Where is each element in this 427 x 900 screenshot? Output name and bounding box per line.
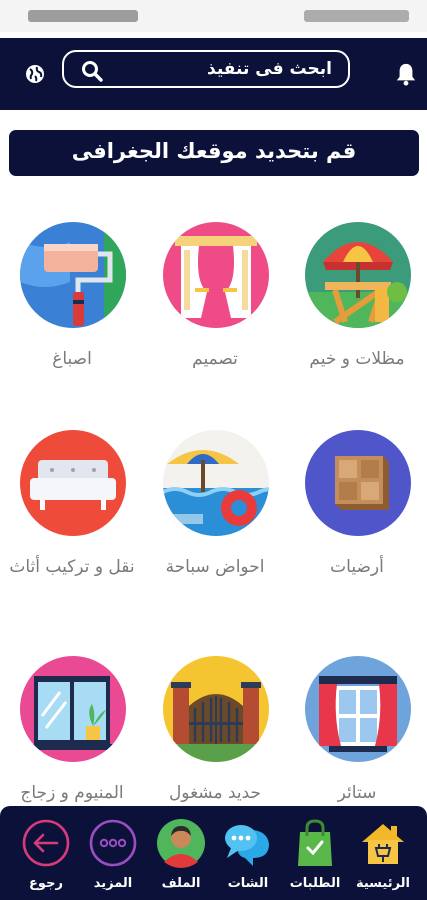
category-label: أرضيات — [330, 557, 384, 577]
category-label: حديد مشغول — [168, 783, 262, 803]
sofa-icon — [20, 430, 126, 536]
nav-more[interactable]: المزيد — [82, 818, 144, 898]
window-curtains-icon — [305, 656, 411, 762]
category-label: احواض سباحة — [165, 557, 265, 577]
category-label: اصباغ — [52, 349, 92, 369]
category-label: نقل و تركيب أثاث — [9, 557, 135, 577]
location-button[interactable]: قم بتحديد موقعك الجغرافى — [9, 130, 419, 176]
nav-label: الطلبات — [289, 876, 341, 891]
status-bar-right-blur — [304, 10, 409, 22]
category-label: تصميم — [192, 349, 238, 369]
more-icon — [89, 819, 137, 867]
swimming-pool-icon — [163, 430, 269, 536]
nav-label: رجوع — [29, 876, 63, 891]
category-label: المنيوم و زجاج — [20, 783, 124, 803]
nav-label: المزيد — [93, 876, 133, 891]
bottom-nav: الرئيسية الطلبات الشات الملف المزيد رجوع — [0, 806, 427, 900]
bell-icon[interactable] — [395, 62, 417, 86]
umbrella-table-icon — [305, 222, 411, 328]
shopping-bag-icon — [298, 819, 332, 866]
search-bar[interactable]: ابحث فى تنفيذ — [62, 50, 350, 88]
nav-back[interactable]: رجوع — [15, 818, 77, 898]
globe-icon[interactable] — [25, 64, 45, 84]
nav-label: الرئيسية — [355, 876, 411, 891]
curtain-design-icon — [163, 222, 269, 328]
flooring-tile-icon — [305, 430, 411, 536]
nav-profile[interactable]: الملف — [150, 818, 212, 898]
category-label: مظلات و خيم — [309, 349, 405, 369]
nav-chat[interactable]: الشات — [217, 818, 279, 898]
chat-icon — [225, 825, 269, 866]
nav-label: الشات — [227, 876, 269, 891]
nav-orders[interactable]: الطلبات — [284, 818, 346, 898]
nav-label: الملف — [161, 876, 201, 891]
status-bar — [0, 0, 427, 32]
category-label: ستائر — [337, 783, 377, 803]
home-icon — [362, 824, 404, 864]
nav-home[interactable]: الرئيسية — [352, 818, 414, 898]
app-header: ابحث فى تنفيذ — [0, 38, 427, 110]
search-icon[interactable] — [81, 60, 103, 82]
location-label: قم بتحديد موقعك الجغرافى — [71, 139, 357, 163]
search-input[interactable]: ابحث فى تنفيذ — [207, 59, 332, 79]
status-bar-left-blur — [28, 10, 138, 22]
back-arrow-icon — [22, 819, 70, 867]
paint-roller-icon — [20, 222, 126, 328]
iron-gate-icon — [163, 656, 269, 762]
profile-avatar-icon — [157, 819, 205, 868]
aluminum-window-icon — [20, 656, 126, 762]
